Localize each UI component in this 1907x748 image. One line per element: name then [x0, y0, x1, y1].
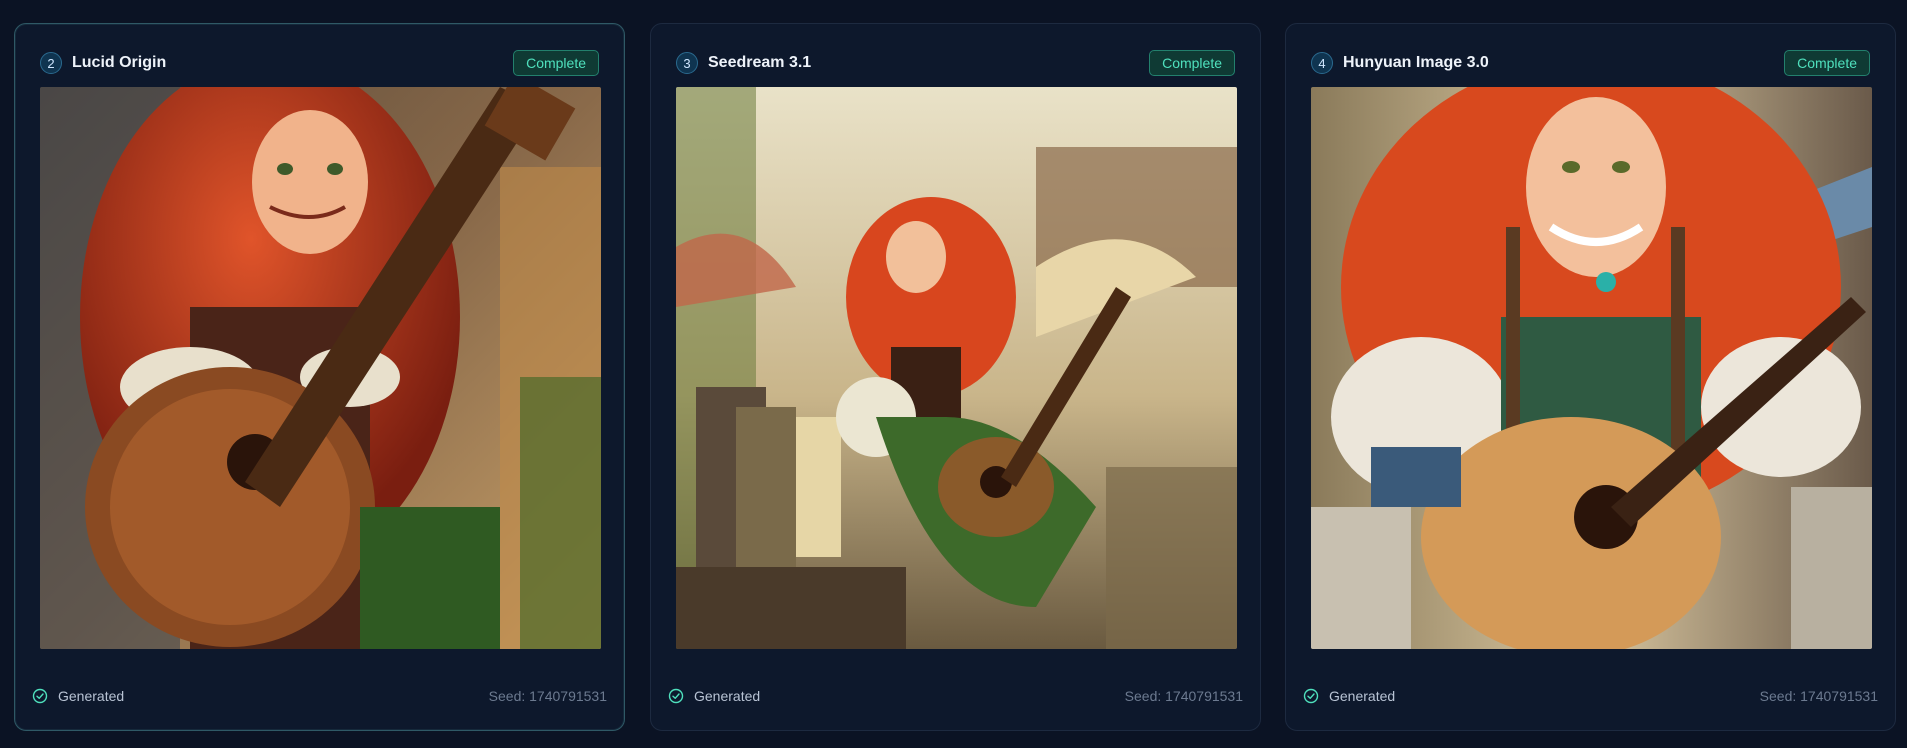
- generated-label: Generated: [58, 688, 125, 704]
- check-circle-icon: [1303, 688, 1319, 704]
- result-card[interactable]: 3 Seedream 3.1 Complete Generated Seed: …: [650, 23, 1261, 731]
- card-footer: Generated Seed: 1740791531: [668, 686, 1243, 708]
- card-header: 2 Lucid Origin Complete: [40, 50, 599, 78]
- model-name: Lucid Origin: [72, 54, 167, 71]
- generated-label: Generated: [1329, 688, 1396, 704]
- seed-label: Seed: 1740791531: [488, 688, 607, 704]
- check-circle-icon: [668, 688, 684, 704]
- status-badge: Complete: [1784, 50, 1870, 76]
- card-header: 4 Hunyuan Image 3.0 Complete: [1311, 50, 1870, 78]
- status-badge: Complete: [1149, 50, 1235, 76]
- seed-label: Seed: 1740791531: [1759, 688, 1878, 704]
- status-badge: Complete: [513, 50, 599, 76]
- check-circle-icon: [32, 688, 48, 704]
- model-name: Hunyuan Image 3.0: [1343, 54, 1489, 71]
- card-number-badge: 2: [40, 52, 62, 74]
- generated-label: Generated: [694, 688, 761, 704]
- generated-image[interactable]: [40, 87, 601, 649]
- card-number-badge: 3: [676, 52, 698, 74]
- result-card[interactable]: 2 Lucid Origin Complete Generated Seed: …: [14, 23, 625, 731]
- card-footer: Generated Seed: 1740791531: [32, 686, 607, 708]
- card-header: 3 Seedream 3.1 Complete: [676, 50, 1235, 78]
- model-name: Seedream 3.1: [708, 54, 812, 71]
- generated-image[interactable]: [1311, 87, 1872, 649]
- result-card[interactable]: 4 Hunyuan Image 3.0 Complete Generated S…: [1285, 23, 1896, 731]
- generated-image[interactable]: [676, 87, 1237, 649]
- card-footer: Generated Seed: 1740791531: [1303, 686, 1878, 708]
- card-number-badge: 4: [1311, 52, 1333, 74]
- seed-label: Seed: 1740791531: [1124, 688, 1243, 704]
